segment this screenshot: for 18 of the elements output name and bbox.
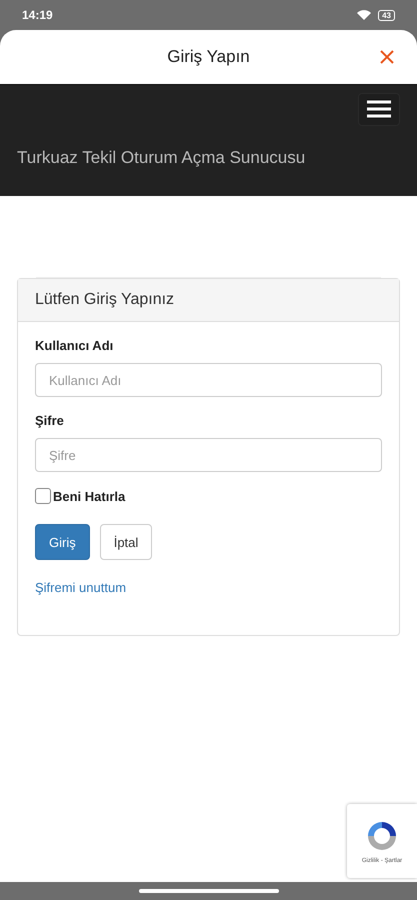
menu-icon bbox=[367, 100, 391, 118]
brand-title[interactable]: Turkuaz Tekil Oturum Açma Sunucusu bbox=[17, 148, 400, 168]
menu-button[interactable] bbox=[358, 93, 400, 126]
sheet-title: Giriş Yapın bbox=[167, 47, 250, 67]
cancel-button[interactable]: İptal bbox=[100, 524, 152, 560]
forgot-password-link[interactable]: Şifremi unuttum bbox=[35, 580, 126, 595]
login-button[interactable]: Giriş bbox=[35, 524, 90, 560]
field-label: Şifre bbox=[35, 413, 65, 428]
battery-indicator: 43 bbox=[378, 10, 395, 20]
checkbox-label[interactable]: Beni Hatırla bbox=[53, 488, 126, 504]
wifi-icon bbox=[356, 9, 372, 21]
field-label: Kullanıcı Adı bbox=[35, 338, 114, 353]
status-time: 14:19 bbox=[22, 8, 53, 22]
username-field[interactable]: Kullanıcı Adı bbox=[35, 363, 382, 397]
remember-checkbox[interactable] bbox=[35, 488, 51, 504]
password-field[interactable]: Şifre bbox=[35, 438, 382, 472]
close-icon[interactable] bbox=[379, 49, 395, 65]
panel-title: Lütfen Giriş Yapınız bbox=[35, 291, 174, 308]
